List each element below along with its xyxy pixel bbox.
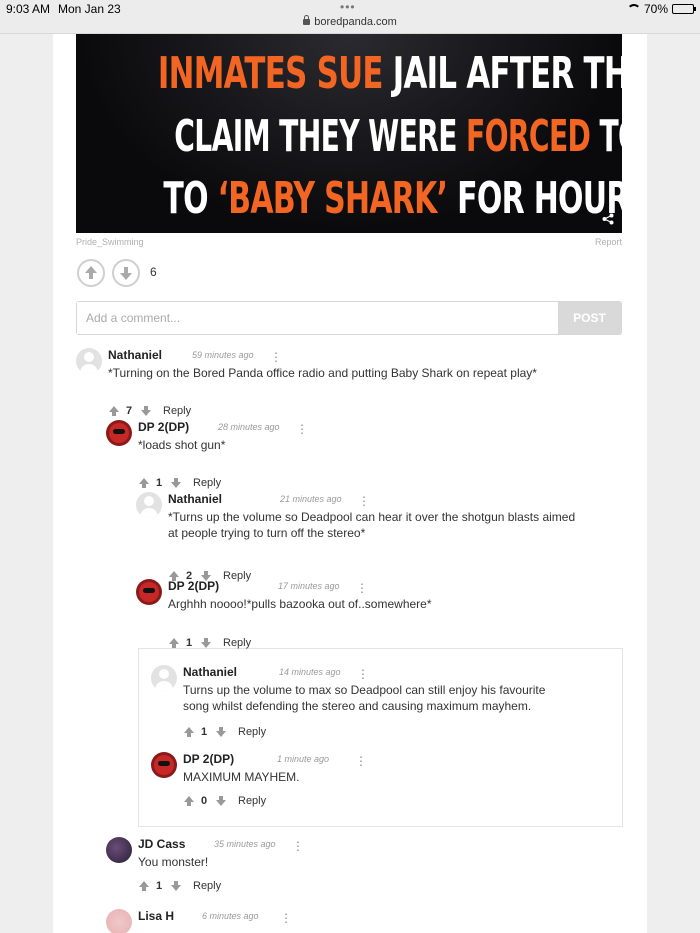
avatar[interactable] xyxy=(106,837,132,863)
headline-word: FORCED xyxy=(465,111,591,162)
headline-word: CLAIM THEY WERE xyxy=(174,111,466,162)
more-options-icon[interactable] xyxy=(292,837,296,849)
share-icon[interactable] xyxy=(602,213,614,225)
comment-author[interactable]: DP 2(DP) xyxy=(168,579,219,593)
avatar[interactable] xyxy=(106,420,132,446)
headline-word: ‘BABY SHARK’ xyxy=(217,173,448,224)
more-options-icon[interactable] xyxy=(280,909,284,921)
comment-author[interactable]: Nathaniel xyxy=(168,492,222,506)
downvote-button[interactable] xyxy=(112,259,140,287)
upvote-arrow-icon[interactable] xyxy=(138,880,150,892)
upvote-button[interactable] xyxy=(77,259,105,287)
comment-text: You monster! xyxy=(138,855,209,869)
battery-percent: 70% xyxy=(643,2,668,16)
headline-word: INMATES SUE xyxy=(157,48,384,99)
avatar[interactable] xyxy=(106,909,132,933)
reply-button[interactable]: Reply xyxy=(223,637,251,649)
reply-button[interactable]: Reply xyxy=(238,726,266,738)
comment-form: POST xyxy=(76,301,622,335)
status-indicators: 70% xyxy=(626,2,696,16)
reply-button[interactable]: Reply xyxy=(163,405,191,417)
headline-word: TO xyxy=(163,173,218,224)
downvote-arrow-icon[interactable] xyxy=(170,880,182,892)
more-options-icon[interactable] xyxy=(357,665,361,677)
comment-text: *Turns up the volume so Deadpool can hea… xyxy=(168,510,576,540)
comment-timestamp: 17 minutes ago xyxy=(278,581,340,591)
vote-count: 6 xyxy=(150,265,157,279)
comment-author[interactable]: JD Cass xyxy=(138,837,185,851)
avatar[interactable] xyxy=(136,492,162,518)
comment-vote-count: 1 xyxy=(156,880,163,892)
article-page: INMATES SUE JAIL AFTER THEY CLAIM THEY W… xyxy=(53,34,647,933)
headline-line: TO ‘BABY SHARK’ FOR HOURS xyxy=(163,173,622,224)
downvote-arrow-icon[interactable] xyxy=(200,637,212,649)
avatar[interactable] xyxy=(136,579,162,605)
comment-timestamp: 59 minutes ago xyxy=(192,350,254,360)
avatar[interactable] xyxy=(76,348,102,374)
comment-text: Arghhh noooo!*pulls bazooka out of..some… xyxy=(168,597,432,611)
comment-author[interactable]: DP 2(DP) xyxy=(138,420,189,434)
avatar[interactable] xyxy=(151,752,177,778)
comment-timestamp: 6 minutes ago xyxy=(202,911,259,921)
comment-author[interactable]: DP 2(DP) xyxy=(183,752,234,766)
reply-button[interactable]: Reply xyxy=(223,570,251,582)
headline-word: FOR HOURS xyxy=(457,173,622,224)
address-bar[interactable]: boredpanda.com xyxy=(0,15,700,28)
status-bar: 9:03 AM Mon Jan 23 ••• boredpanda.com 70… xyxy=(0,0,700,34)
comment-timestamp: 28 minutes ago xyxy=(218,422,280,432)
comment-timestamp: 21 minutes ago xyxy=(280,494,342,504)
upvote-arrow-icon[interactable] xyxy=(168,637,180,649)
upvote-arrow-icon[interactable] xyxy=(183,795,195,807)
comment-author[interactable]: Nathaniel xyxy=(108,348,162,362)
headline-line: INMATES SUE JAIL AFTER THEY xyxy=(157,48,622,99)
more-options-icon[interactable] xyxy=(356,579,360,591)
comment-timestamp: 14 minutes ago xyxy=(279,667,341,677)
upvote-arrow-icon[interactable] xyxy=(108,405,120,417)
status-date: Mon Jan 23 xyxy=(58,2,121,16)
comment-text: *loads shot gun* xyxy=(138,438,226,452)
comment-text: MAXIMUM MAYHEM. xyxy=(183,770,300,784)
comment-vote-count: 1 xyxy=(201,726,208,738)
downvote-arrow-icon[interactable] xyxy=(170,477,182,489)
more-options-icon[interactable] xyxy=(358,492,362,504)
downvote-arrow-icon[interactable] xyxy=(215,795,227,807)
arrow-down-icon xyxy=(120,267,132,280)
downvote-arrow-icon[interactable] xyxy=(215,726,227,738)
comment-vote-count: 1 xyxy=(156,477,163,489)
comment-timestamp: 1 minute ago xyxy=(277,754,330,764)
article-image[interactable]: INMATES SUE JAIL AFTER THEY CLAIM THEY W… xyxy=(76,34,622,233)
reply-button[interactable]: Reply xyxy=(193,477,221,489)
comment-timestamp: 35 minutes ago xyxy=(214,839,276,849)
comment-text: *Turning on the Bored Panda office radio… xyxy=(108,366,537,380)
more-options-icon[interactable] xyxy=(270,348,274,360)
reply-button[interactable]: Reply xyxy=(238,795,266,807)
headline-word: JAIL AFTER THEY xyxy=(392,48,622,99)
lock-icon xyxy=(303,15,311,25)
image-credit[interactable]: Pride_Swimming xyxy=(76,237,144,247)
report-link[interactable]: Report xyxy=(595,237,622,247)
comment-vote-count: 7 xyxy=(126,405,133,417)
downvote-arrow-icon[interactable] xyxy=(140,405,152,417)
headline-word: TO LISTEN xyxy=(599,111,622,162)
comment-text: Turns up the volume to max so Deadpool c… xyxy=(183,683,546,713)
upvote-arrow-icon[interactable] xyxy=(138,477,150,489)
avatar[interactable] xyxy=(151,665,177,691)
comment-input[interactable] xyxy=(77,302,559,334)
post-button[interactable]: POST xyxy=(558,302,621,334)
more-options-icon[interactable] xyxy=(355,752,359,764)
comment-vote-count: 1 xyxy=(186,637,193,649)
comment-author[interactable]: Nathaniel xyxy=(183,665,237,679)
headline-line: CLAIM THEY WERE FORCED TO LISTEN xyxy=(174,111,622,162)
comment-author[interactable]: Lisa H xyxy=(138,909,174,923)
url-text: boredpanda.com xyxy=(314,16,397,28)
upvote-arrow-icon[interactable] xyxy=(183,726,195,738)
more-options-icon[interactable] xyxy=(296,420,300,432)
reply-button[interactable]: Reply xyxy=(193,880,221,892)
wifi-icon xyxy=(626,4,641,14)
battery-icon xyxy=(672,4,696,14)
multitasking-dots-icon[interactable]: ••• xyxy=(340,0,356,14)
status-time: 9:03 AM xyxy=(6,2,51,16)
arrow-up-icon xyxy=(85,266,97,279)
comment-vote-count: 0 xyxy=(201,795,208,807)
